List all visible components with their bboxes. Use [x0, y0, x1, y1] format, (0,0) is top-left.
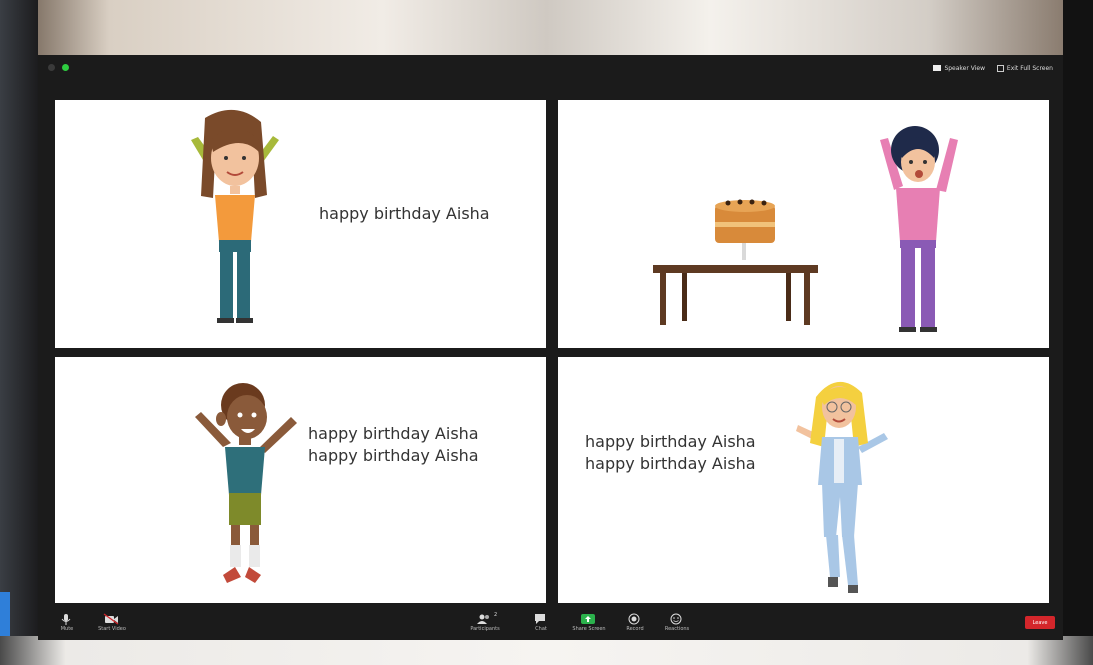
chat-button[interactable]: Chat [524, 612, 558, 638]
participants-button[interactable]: 2 Participants [468, 612, 502, 638]
dancing-woman-illustration [796, 381, 888, 593]
birthday-cake-party-illustration [653, 126, 958, 332]
reactions-button[interactable]: Reactions [660, 612, 694, 638]
caption-line: happy birthday Aisha [308, 446, 479, 465]
window-control-dot[interactable] [48, 64, 55, 71]
microphone-icon [61, 614, 71, 625]
exit-full-screen-icon [996, 64, 1004, 72]
background-left-edge [0, 0, 38, 665]
tile-caption: happy birthday Aisha happy birthday Aish… [585, 431, 756, 475]
participants-icon [477, 614, 489, 624]
background-bottom [0, 636, 1093, 665]
background-right-edge [1063, 0, 1093, 665]
zoom-meeting-window: Speaker View Exit Full Screen happy birt… [38, 55, 1063, 640]
exit-full-screen-label: Exit Full Screen [1006, 64, 1053, 72]
chat-label: Chat [535, 626, 547, 632]
background-top [0, 0, 1093, 60]
meeting-toolbar: Mute Start Video 2 Participants Chat Sha… [38, 608, 1063, 640]
start-video-button[interactable]: Start Video [95, 612, 129, 638]
leave-meeting-button[interactable]: Leave [1025, 616, 1055, 629]
caption-line: happy birthday Aisha [585, 454, 756, 473]
video-tile[interactable]: happy birthday Aisha happy birthday Aish… [55, 357, 546, 603]
participants-count: 2 [494, 612, 498, 618]
reactions-label: Reactions [664, 626, 690, 632]
caption-line: happy birthday Aisha [319, 204, 490, 223]
record-icon [628, 613, 640, 625]
window-titlebar: Speaker View Exit Full Screen [38, 55, 1063, 81]
chat-bubble-icon [535, 614, 545, 624]
share-screen-icon [581, 614, 595, 624]
caption-line: happy birthday Aisha [585, 432, 756, 451]
jumping-boy-illustration [195, 383, 297, 583]
participants-label: Participants [470, 626, 500, 632]
tile-caption: happy birthday Aisha [319, 203, 490, 225]
record-button[interactable]: Record [618, 612, 652, 638]
tile-caption: happy birthday Aisha happy birthday Aish… [308, 423, 479, 467]
connection-status-icon[interactable] [62, 64, 69, 71]
video-tile[interactable]: happy birthday Aisha happy birthday Aish… [558, 357, 1049, 603]
start-video-label: Start Video [98, 626, 126, 632]
video-tile[interactable]: happy birthday Aisha [55, 100, 546, 348]
video-tile[interactable] [558, 100, 1049, 348]
speaker-view-button[interactable]: Speaker View [929, 62, 989, 74]
video-camera-icon [103, 613, 119, 625]
background-blue-mark [0, 592, 10, 642]
reactions-smiley-icon [670, 613, 682, 625]
caption-line: happy birthday Aisha [308, 424, 479, 443]
mute-button[interactable]: Mute [50, 612, 84, 638]
exit-full-screen-button[interactable]: Exit Full Screen [993, 62, 1057, 74]
speaker-view-icon [933, 65, 942, 71]
share-screen-button[interactable]: Share Screen [572, 612, 606, 638]
speaker-view-label: Speaker View [944, 64, 985, 72]
